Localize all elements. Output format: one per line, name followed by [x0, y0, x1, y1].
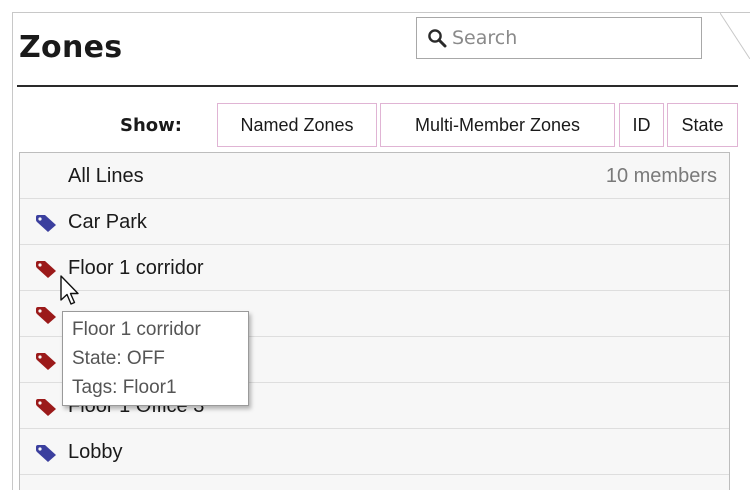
- list-item[interactable]: Floor 1 corridor: [20, 245, 729, 291]
- search-icon: [428, 29, 447, 48]
- list-item[interactable]: Lobby: [20, 429, 729, 475]
- tooltip-state: State: OFF: [72, 348, 165, 369]
- page-corner-fold: [720, 13, 750, 59]
- page-title: Zones: [19, 30, 123, 65]
- tag-red-icon: [36, 353, 56, 370]
- zone-tooltip: Floor 1 corridor State: OFF Tags: Floor1: [62, 311, 249, 406]
- tooltip-tags: Tags: Floor1: [72, 377, 177, 398]
- list-item-label: All Lines: [68, 165, 144, 187]
- search-input[interactable]: [452, 27, 682, 49]
- list-item[interactable]: Car Park: [20, 199, 729, 245]
- list-item-label: Floor 1 corridor: [68, 257, 204, 279]
- filter-chip-named-zones[interactable]: Named Zones: [217, 103, 377, 147]
- tag-red-icon: [36, 261, 56, 278]
- tag-red-icon: [36, 399, 56, 416]
- title-divider: [17, 85, 738, 87]
- tooltip-zone-name: Floor 1 corridor: [72, 319, 201, 340]
- filter-chip-multi-member-zones[interactable]: Multi-Member Zones: [380, 103, 615, 147]
- tag-blue-icon: [36, 215, 56, 232]
- list-item-label: Car Park: [68, 211, 147, 233]
- filter-chip-state[interactable]: State: [667, 103, 738, 147]
- member-count: 10 members: [605, 165, 717, 187]
- mouse-cursor-icon: [60, 275, 79, 305]
- show-filter-label: Show:: [120, 115, 182, 136]
- filter-chip-id[interactable]: ID: [619, 103, 664, 147]
- tag-red-icon: [36, 307, 56, 324]
- list-item-label: Lobby: [68, 441, 123, 463]
- tag-blue-icon: [36, 445, 56, 462]
- search-box[interactable]: [416, 17, 702, 59]
- list-item-all-lines[interactable]: All Lines 10 members: [20, 153, 729, 199]
